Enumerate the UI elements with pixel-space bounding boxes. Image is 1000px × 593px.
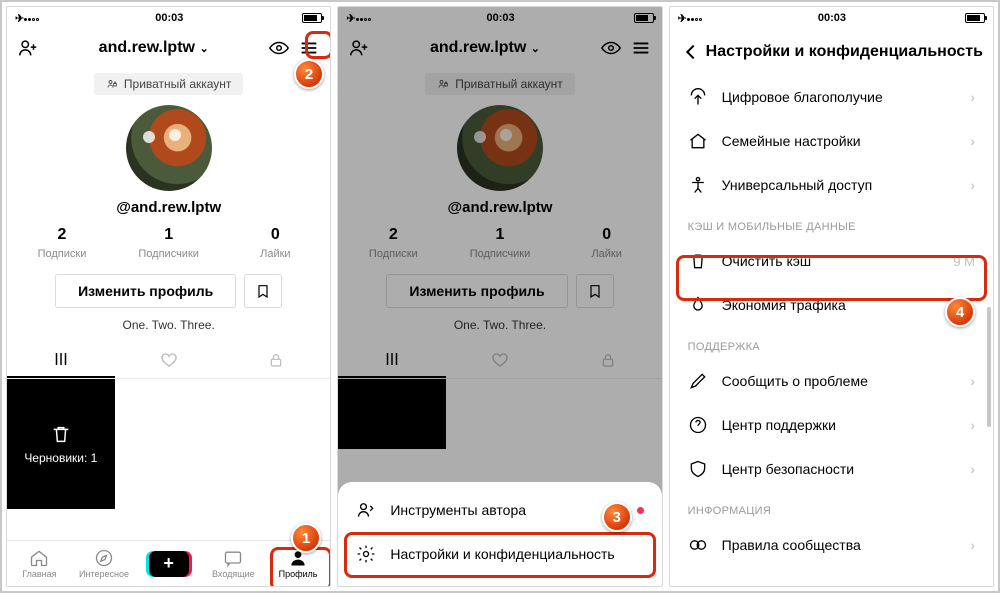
nav-inbox[interactable]: Входящие <box>201 541 266 586</box>
cache-size: 9 М <box>953 254 975 269</box>
clock: 00:03 <box>372 12 630 24</box>
avatar[interactable] <box>126 105 212 191</box>
screen-profile: ✈︎ 00:03 and.rew.lptw ⌄ Приватный аккаун… <box>6 6 331 587</box>
hamburger-menu-icon[interactable] <box>298 37 320 59</box>
edit-profile-button[interactable]: Изменить профиль <box>55 274 236 308</box>
screen-menu-sheet: ✈︎ 00:03 and.rew.lptw ⌄ Приватный аккаун… <box>337 6 662 587</box>
clock: 00:03 <box>40 12 298 24</box>
tab-grid[interactable] <box>7 342 115 378</box>
stat-likes[interactable]: 0Лайки <box>222 226 329 262</box>
battery-icon <box>634 13 654 23</box>
profile-name-dropdown[interactable]: and.rew.lptw ⌄ <box>47 39 260 57</box>
signal-icon <box>24 12 40 24</box>
row-clear-cache[interactable]: Очистить кэш 9 М <box>670 239 993 283</box>
row-accessibility[interactable]: Универсальный доступ› <box>670 163 993 207</box>
airplane-icon: ✈︎ <box>678 12 687 25</box>
section-support: ПОДДЕРЖКА <box>670 327 993 359</box>
add-user-icon[interactable] <box>17 37 39 59</box>
status-bar: ✈︎ 00:03 <box>7 7 330 29</box>
private-account-tag: Приватный аккаунт <box>94 73 244 95</box>
screen-settings: ✈︎ 00:03 Настройки и конфиденциальность … <box>669 6 994 587</box>
airplane-icon: ✈︎ <box>346 12 355 25</box>
eye-icon <box>600 37 622 59</box>
stat-followers[interactable]: 1Подписчики <box>115 226 222 262</box>
status-bar: ✈︎ 00:03 <box>338 7 661 29</box>
avatar <box>457 105 543 191</box>
row-report[interactable]: Сообщить о проблеме› <box>670 359 993 403</box>
signal-icon <box>687 12 703 24</box>
row-safety[interactable]: Центр безопасности› <box>670 447 993 491</box>
battery-icon <box>965 13 985 23</box>
username: @and.rew.lptw <box>338 199 661 216</box>
bookmark-button <box>576 274 614 308</box>
clock: 00:03 <box>703 12 961 24</box>
row-data-saver[interactable]: Экономия трафика› <box>670 283 993 327</box>
section-info: ИНФОРМАЦИЯ <box>670 491 993 523</box>
eye-icon[interactable] <box>268 37 290 59</box>
nav-create[interactable]: + <box>136 541 201 586</box>
row-guidelines[interactable]: Правила сообщества› <box>670 523 993 567</box>
bottom-nav: Главная Интересное + Входящие Профиль <box>7 540 330 586</box>
nav-discover[interactable]: Интересное <box>72 541 137 586</box>
signal-icon <box>356 12 372 24</box>
tab-liked[interactable] <box>115 342 223 378</box>
row-family[interactable]: Семейные настройки› <box>670 119 993 163</box>
hamburger-menu-icon <box>630 37 652 59</box>
stat-following[interactable]: 2Подписки <box>9 226 116 262</box>
airplane-icon: ✈︎ <box>15 12 24 25</box>
sheet-settings-privacy[interactable]: Настройки и конфиденциальность <box>338 532 661 576</box>
scrollbar[interactable] <box>987 307 991 427</box>
profile-tabs <box>7 342 330 379</box>
action-sheet: Инструменты автора Настройки и конфиденц… <box>338 482 661 586</box>
profile-name-dropdown: and.rew.lptw ⌄ <box>378 39 591 57</box>
drafts-tile[interactable]: Черновики: 1 <box>7 379 115 509</box>
back-icon[interactable] <box>680 41 702 63</box>
bio: One. Two. Three. <box>7 318 330 332</box>
edit-profile-button: Изменить профиль <box>386 274 567 308</box>
private-account-tag: Приватный аккаунт <box>425 73 575 95</box>
section-cache: КЭШ И МОБИЛЬНЫЕ ДАННЫЕ <box>670 207 993 239</box>
settings-title: Настройки и конфиденциальность <box>706 43 983 61</box>
nav-home[interactable]: Главная <box>7 541 72 586</box>
bookmark-button[interactable] <box>244 274 282 308</box>
notification-dot-icon <box>637 507 644 514</box>
username: @and.rew.lptw <box>7 199 330 216</box>
stats-row: 2Подписки 1Подписчики 0Лайки <box>7 226 330 262</box>
add-user-icon <box>348 37 370 59</box>
row-wellbeing[interactable]: Цифровое благополучие› <box>670 75 993 119</box>
battery-icon <box>302 13 322 23</box>
tab-private[interactable] <box>223 342 331 378</box>
row-help[interactable]: Центр поддержки› <box>670 403 993 447</box>
status-bar: ✈︎ 00:03 <box>670 7 993 29</box>
